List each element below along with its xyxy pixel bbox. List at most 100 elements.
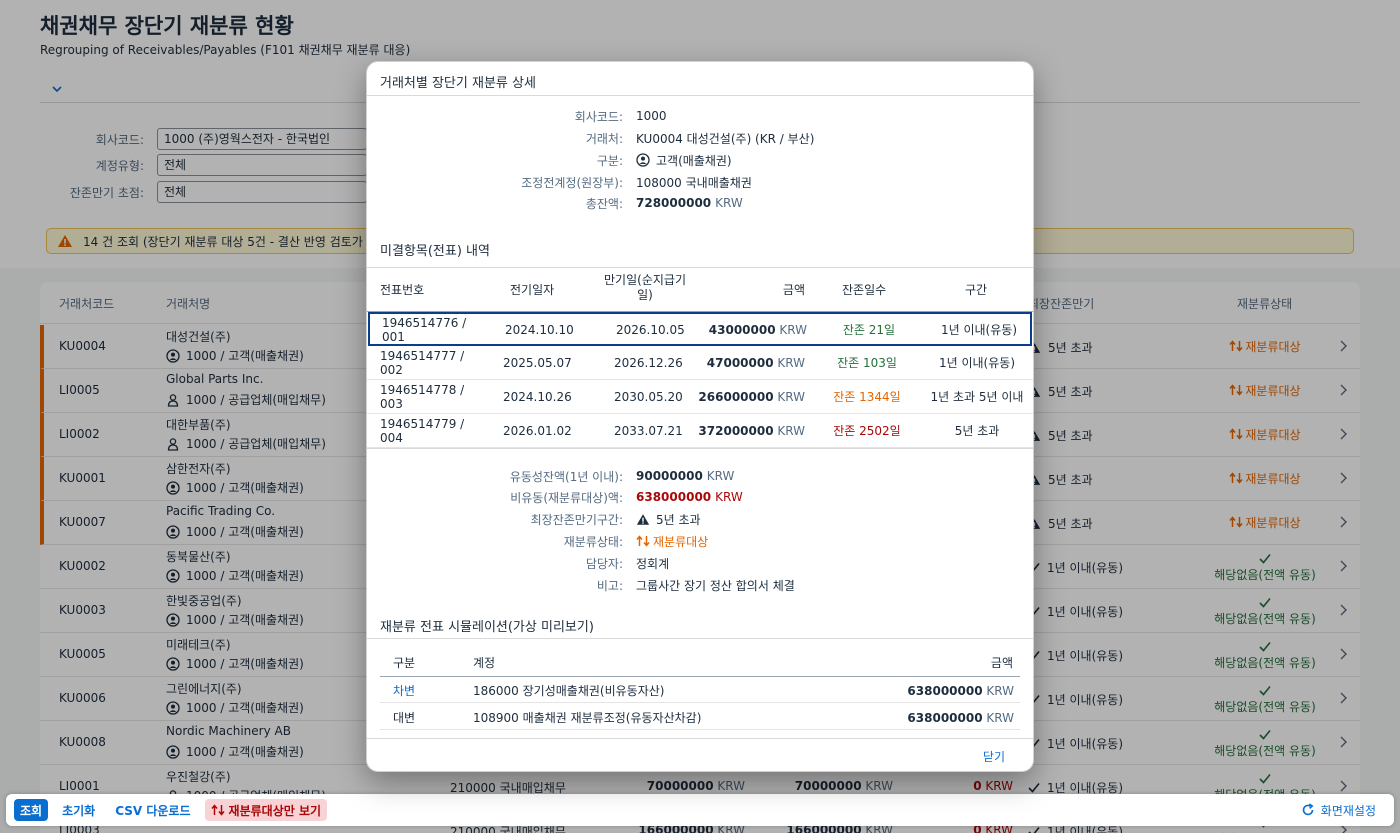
due-date: 2033.07.21	[614, 424, 683, 438]
bucket: 1년 이내(유동)	[938, 356, 1015, 370]
remaining-days: 잔존 2502일	[833, 424, 901, 438]
doc-number: 1946514778 / 003	[380, 383, 465, 411]
summary-value-wrap: 5년 초과	[636, 511, 701, 528]
summary-value: 재분류대상	[653, 534, 709, 549]
amount: 372000000	[698, 424, 774, 438]
currency: KRW	[715, 196, 743, 210]
doc-number: 1946514777 / 002	[380, 349, 465, 377]
section-divider	[367, 448, 1033, 449]
debit-link[interactable]: 차변	[393, 684, 415, 698]
info-value: KU0004 대성건설(주) (KR / 부산)	[636, 131, 815, 146]
footer-toolbar: 조회 초기화 CSV 다운로드 재분류대상만 보기 화면재설정	[6, 794, 1394, 826]
account: 186000 장기성매출채권(비유동자산)	[473, 684, 665, 698]
col-amount: 금액	[782, 283, 805, 297]
customer-icon	[636, 153, 650, 167]
warning-icon	[636, 513, 650, 525]
info-account: 조정전계정(원장부): 108000 국내매출채권	[367, 172, 1033, 192]
reset-button[interactable]: 초기화	[56, 799, 101, 821]
remaining-days: 잔존 1344일	[833, 390, 901, 404]
col-amount: 금액	[990, 656, 1013, 670]
dialog-footer-divider	[367, 738, 1033, 739]
doc-number: 1946514779 / 004	[380, 417, 465, 445]
summary-owner: 담당자: 정회계	[367, 553, 1033, 573]
amount-cell: 43000000 KRW	[699, 323, 807, 337]
sim-row: 차변 186000 장기성매출채권(비유동자산) 638000000 KRW	[380, 677, 1020, 703]
page: 채권채무 장단기 재분류 현황 Regrouping of Receivable…	[0, 0, 1400, 833]
item-row[interactable]: 1946514777 / 002 2025.05.07 2026.12.26 4700…	[367, 346, 1033, 380]
col-doc: 전표번호	[380, 283, 425, 297]
sim-row: 대변 108900 매출채권 재분류조정(유동자산차감) 638000000 KRW	[380, 704, 1020, 730]
due-date: 2030.05.20	[614, 390, 683, 404]
account: 108900 매출채권 재분류조정(유동자산차감)	[473, 711, 702, 725]
amount: 638000000	[907, 684, 983, 698]
close-button[interactable]: 닫기	[983, 748, 1005, 765]
summary-label: 최장잔존만기구간:	[530, 512, 623, 527]
summary-value: 정회계	[636, 556, 670, 571]
sort-arrows-icon	[210, 804, 225, 816]
summary-value: 638000000	[636, 490, 712, 504]
summary-status: 재분류상태: 재분류대상	[367, 531, 1033, 551]
summary-label: 유동성잔액(1년 이내):	[509, 469, 623, 484]
posting-date: 2025.05.07	[503, 356, 572, 370]
col-due: 만기일(순지급기일)	[604, 273, 686, 302]
due-date: 2026.10.05	[616, 323, 685, 337]
currency: KRW	[777, 356, 805, 370]
info-value: 고객(매출채권)	[656, 153, 732, 168]
section-divider	[367, 267, 1033, 268]
amount-cell: 47000000 KRW	[697, 356, 805, 370]
search-button[interactable]: 조회	[14, 799, 49, 821]
summary-value: 5년 초과	[656, 512, 701, 527]
currency: KRW	[777, 390, 805, 404]
currency: KRW	[777, 424, 805, 438]
col-posting: 전기일자	[510, 283, 555, 297]
bucket: 5년 초과	[954, 424, 1000, 438]
csv-download-button[interactable]: CSV 다운로드	[109, 799, 196, 821]
info-label: 총잔액:	[585, 196, 623, 211]
info-label: 회사코드:	[574, 109, 623, 124]
only-reclass-label: 재분류대상만 보기	[228, 803, 322, 818]
dialog-title: 거래처별 장단기 재분류 상세	[367, 62, 1033, 96]
info-value-wrap: 고객(매출채권)	[636, 152, 732, 169]
posting-date: 2026.01.02	[503, 424, 572, 438]
summary-current: 유동성잔액(1년 이내): 90000000 KRW	[367, 466, 1033, 486]
bucket: 1년 초과 5년 이내	[930, 390, 1024, 404]
reset-layout-button[interactable]: 화면재설정	[1301, 799, 1376, 821]
info-value: 1000	[636, 109, 667, 123]
amount: 638000000	[907, 711, 983, 725]
item-row[interactable]: 1946514776 / 001 2024.10.10 2026.10.05 4300…	[368, 312, 1032, 346]
summary-value-wrap: 90000000 KRW	[636, 469, 734, 483]
col-account: 계정	[473, 656, 496, 670]
info-label: 거래처:	[585, 131, 623, 146]
amount-cell: 372000000 KRW	[697, 424, 805, 438]
remaining-days: 잔존 21일	[842, 323, 896, 337]
item-row[interactable]: 1946514779 / 004 2026.01.02 2033.07.21 3720…	[367, 414, 1033, 448]
summary-noncurrent: 비유동(재분류대상)액: 638000000 KRW	[367, 487, 1033, 507]
amount: 47000000	[706, 356, 774, 370]
currency: KRW	[986, 684, 1014, 698]
sim-section-title: 재분류 전표 시뮬레이션(가상 미리보기)	[380, 620, 594, 635]
info-label: 구분:	[596, 153, 623, 168]
side: 대변	[393, 711, 416, 725]
summary-value-wrap: 재분류대상	[636, 533, 708, 550]
section-divider	[367, 638, 1033, 639]
summary-value: 90000000	[636, 469, 703, 483]
remaining-days: 잔존 103일	[837, 356, 897, 370]
amount: 266000000	[698, 390, 774, 404]
info-label: 조정전계정(원장부):	[521, 175, 623, 190]
due-date: 2026.12.26	[614, 356, 683, 370]
info-partner: 거래처: KU0004 대성건설(주) (KR / 부산)	[367, 128, 1033, 148]
summary-remark: 비고: 그룹사간 장기 정산 합의서 체결	[367, 575, 1033, 595]
only-reclass-toggle[interactable]: 재분류대상만 보기	[204, 799, 328, 821]
amount-cell: 266000000 KRW	[697, 390, 805, 404]
summary-value: 그룹사간 장기 정산 합의서 체결	[636, 578, 795, 593]
summary-label: 담당자:	[585, 556, 623, 571]
items-section-title: 미결항목(전표) 내역	[380, 244, 490, 259]
currency: KRW	[715, 490, 743, 504]
summary-bucket: 최장잔존만기구간: 5년 초과	[367, 509, 1033, 529]
summary-label: 비고:	[596, 578, 623, 593]
item-row[interactable]: 1946514778 / 003 2024.10.26 2030.05.20 2660…	[367, 380, 1033, 414]
currency: KRW	[779, 323, 807, 337]
amount-cell: 638000000 KRW	[820, 711, 1014, 725]
info-value: 108000 국내매출채권	[636, 175, 752, 190]
reset-layout-label: 화면재설정	[1320, 803, 1376, 818]
